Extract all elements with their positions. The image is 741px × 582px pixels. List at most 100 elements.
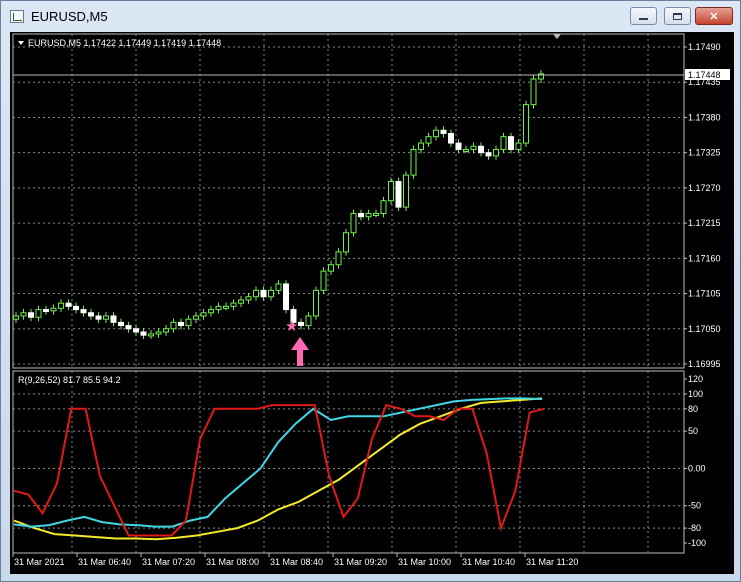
candle-body	[185, 318, 192, 327]
candle-body	[58, 302, 64, 309]
candle-body	[50, 307, 57, 312]
chart-window-icon	[10, 10, 24, 23]
indicator-tick-label: 100	[688, 389, 703, 399]
candle-body	[260, 289, 267, 298]
candle-body	[373, 213, 379, 217]
candle-body	[208, 309, 214, 314]
candle-body	[163, 328, 169, 333]
axes: 1.174901.174351.173801.173251.172701.172…	[12, 42, 721, 567]
candle-body	[343, 232, 349, 253]
candle-body	[253, 289, 259, 298]
candle-body	[275, 283, 282, 291]
candle-body	[515, 142, 522, 150]
price-chart-svg[interactable]: 1.174901.174351.173801.173251.172701.172…	[10, 32, 734, 574]
candle-body	[455, 142, 462, 150]
candle-body	[215, 305, 222, 311]
indicator-tick-label: 80	[688, 404, 698, 414]
chart-shift-marker-icon[interactable]	[553, 34, 561, 39]
candle-body	[463, 148, 469, 152]
candle-body	[28, 312, 34, 318]
candle-body	[245, 296, 252, 301]
indicator-tick-label: -100	[688, 538, 706, 548]
candle-body	[320, 270, 327, 291]
indicator-tick-label: 120	[688, 374, 703, 384]
time-tick-label: 31 Mar 10:40	[462, 557, 515, 567]
close-icon: ✕	[709, 10, 719, 23]
maximize-icon	[673, 12, 682, 20]
minimize-icon	[639, 18, 648, 20]
candle-body	[328, 264, 334, 272]
candle-body	[350, 213, 357, 234]
candle-body	[230, 302, 237, 307]
indicator-panel-header: R(9,26,52) 81.7 85.5 94.2	[18, 375, 121, 385]
candle-body	[200, 312, 207, 317]
indicator-tick-label: 50	[688, 426, 698, 436]
time-tick-label: 31 Mar 09:20	[334, 557, 387, 567]
time-tick-label: 31 Mar 08:00	[206, 557, 259, 567]
indicator-tick-label: -80	[688, 523, 701, 533]
indicator-tick-label: -50	[688, 501, 701, 511]
candlestick-series	[13, 70, 544, 340]
candle-body	[470, 145, 477, 150]
star-marker-icon: ★	[285, 318, 298, 335]
main-panel-header: EURUSD,M5 1.17422 1.17449 1.17419 1.1744…	[28, 38, 221, 48]
buy-arrow-icon	[291, 337, 309, 366]
time-tick-label: 31 Mar 10:00	[398, 557, 451, 567]
candle-body	[380, 200, 387, 215]
price-tick-label: 1.17270	[688, 183, 721, 193]
candle-body	[283, 283, 289, 311]
candle-body	[43, 309, 49, 313]
close-button[interactable]: ✕	[695, 7, 733, 25]
candle-body	[418, 142, 424, 150]
price-tick-label: 1.17105	[688, 289, 721, 299]
candle-body	[193, 315, 199, 320]
price-tick-label: 1.17380	[688, 112, 721, 122]
chart-dropdown-icon[interactable]	[18, 41, 24, 45]
candle-body	[403, 174, 409, 208]
candle-body	[478, 145, 484, 154]
candle-body	[410, 148, 417, 176]
title-bar[interactable]: EURUSD,M5 ✕	[1, 1, 740, 31]
candle-body	[155, 331, 162, 335]
time-tick-label: 31 Mar 2021	[14, 557, 65, 567]
candle-body	[365, 213, 372, 218]
candle-body	[20, 312, 27, 317]
candle-body	[140, 331, 147, 336]
candle-body	[298, 321, 304, 327]
cyan-indicator-line	[13, 397, 543, 528]
candle-body	[223, 305, 229, 309]
candle-body	[170, 321, 177, 330]
current-price-label: 1.17448	[688, 70, 721, 80]
candle-body	[73, 305, 79, 311]
candle-body	[133, 328, 139, 333]
price-tick-label: 1.17160	[688, 253, 721, 263]
candle-body	[178, 321, 184, 327]
indicator-panel-frame	[12, 370, 685, 554]
red-indicator-line	[13, 403, 545, 537]
candle-body	[395, 180, 402, 208]
minimize-button[interactable]	[630, 7, 657, 25]
candle-body	[388, 180, 394, 202]
candle-body	[530, 78, 537, 106]
candle-body	[95, 315, 102, 320]
candle-body	[425, 136, 432, 144]
candle-body	[313, 289, 319, 317]
candle-body	[523, 104, 529, 144]
candle-body	[148, 333, 154, 337]
candle-body	[335, 251, 342, 266]
candle-body	[493, 148, 499, 157]
candle-body	[13, 315, 19, 320]
candle-body	[88, 312, 94, 317]
candle-body	[448, 132, 454, 144]
time-tick-label: 31 Mar 11:20	[526, 557, 578, 567]
candle-body	[433, 129, 439, 138]
candle-body	[305, 315, 312, 327]
chart-window: EURUSD,M5 ✕ 1.17490 1.17435 1.17380 1.17325…	[0, 0, 741, 582]
candle-body	[358, 213, 364, 218]
time-tick-label: 31 Mar 08:40	[270, 557, 323, 567]
candle-body	[110, 315, 117, 323]
time-tick-label: 31 Mar 07:20	[142, 557, 195, 567]
maximize-button[interactable]	[664, 7, 691, 25]
chart-area[interactable]: 1.17490 1.17435 1.17380 1.17325 1.17270 1.172…	[10, 32, 734, 574]
price-tick-label: 1.17050	[688, 324, 721, 334]
